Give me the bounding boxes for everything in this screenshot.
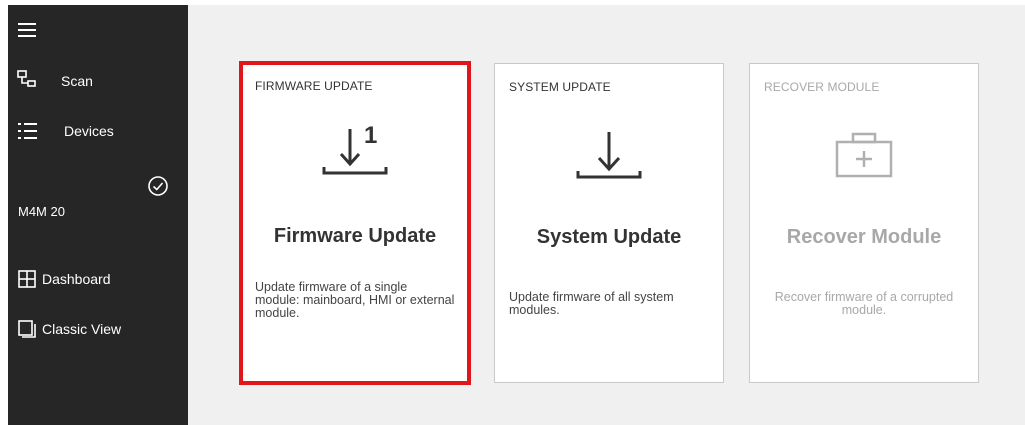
- download-one-icon: 1: [322, 123, 388, 175]
- list-icon: [18, 123, 37, 139]
- sidebar-item-scan[interactable]: Scan: [8, 70, 93, 92]
- card-icon: [495, 126, 723, 190]
- sidebar-item-devices[interactable]: Devices: [8, 122, 114, 140]
- sidebar-item-label: Classic View: [42, 321, 122, 337]
- first-aid-kit-icon: [835, 132, 893, 178]
- main-content: FIRMWARE UPDATE 1 Firmware Update Update…: [188, 5, 1025, 425]
- card-description: Recover firmware of a corrupted module.: [774, 290, 954, 317]
- menu-icon[interactable]: [18, 23, 36, 37]
- firmware-update-card[interactable]: FIRMWARE UPDATE 1 Firmware Update Update…: [239, 61, 471, 385]
- sidebar-item-label: Dashboard: [42, 271, 111, 287]
- card-title: Recover Module: [786, 226, 942, 248]
- sidebar-item-label: Scan: [61, 73, 93, 89]
- card-title: System Update: [536, 226, 682, 248]
- card-description: Update firmware of all system modules.: [509, 290, 674, 317]
- badge-number: 1: [364, 123, 377, 149]
- card-header: SYSTEM UPDATE: [509, 80, 611, 94]
- sidebar-item-label: Devices: [64, 123, 114, 139]
- sidebar-item-dashboard[interactable]: Dashboard: [8, 270, 111, 288]
- sidebar: Scan Devices M4M 20 Dashboard Classic Vi…: [8, 5, 188, 425]
- device-name[interactable]: M4M 20: [18, 204, 65, 219]
- card-description: Update firmware of a single module: main…: [255, 280, 455, 320]
- check-circle-icon[interactable]: [147, 175, 169, 197]
- card-title: Firmware Update: [273, 225, 437, 247]
- download-icon: [576, 132, 642, 179]
- card-icon: [750, 130, 978, 178]
- recover-module-card: RECOVER MODULE Recover Module Recover fi…: [749, 63, 979, 383]
- card-header: FIRMWARE UPDATE: [255, 79, 373, 93]
- system-update-card[interactable]: SYSTEM UPDATE System Update Update firmw…: [494, 63, 724, 383]
- copy-icon: [18, 320, 36, 338]
- card-header: RECOVER MODULE: [764, 80, 880, 94]
- sidebar-item-classic-view[interactable]: Classic View: [8, 320, 121, 338]
- card-icon: 1: [243, 123, 467, 187]
- network-icon: [17, 70, 36, 87]
- grid-icon: [18, 270, 36, 288]
